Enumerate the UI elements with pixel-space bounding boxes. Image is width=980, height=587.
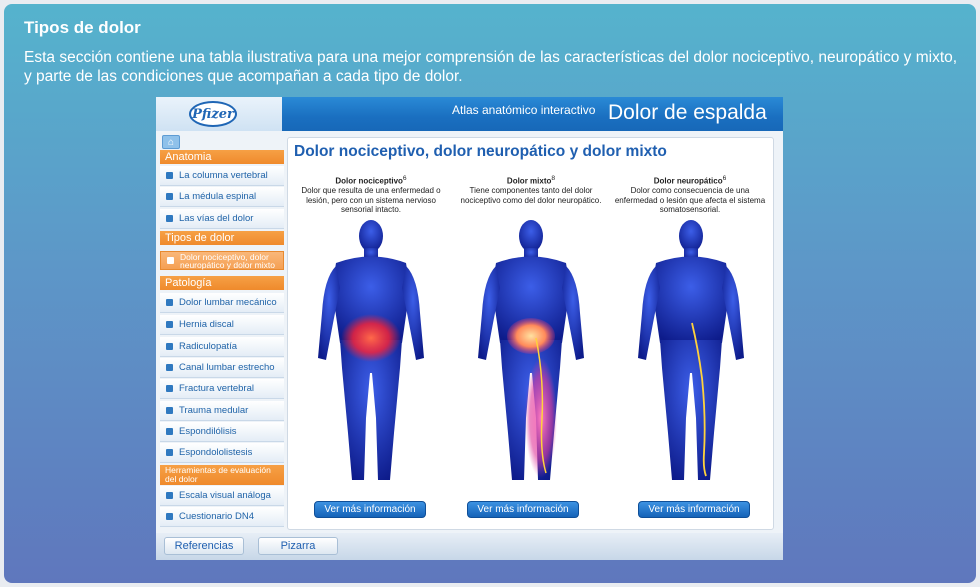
- bullet-icon: [166, 449, 173, 456]
- column-heading: Dolor nociceptivo: [335, 176, 403, 186]
- column-mixto-text: Dolor mixto8 Tiene componentes tanto del…: [460, 175, 602, 205]
- bullet-icon: [166, 321, 173, 328]
- sidebar-section-anatomia[interactable]: Anatomia: [160, 150, 284, 164]
- bullet-icon: [166, 513, 173, 520]
- pfizer-logo[interactable]: Pfizer: [189, 101, 237, 127]
- sidebar-section-patologia[interactable]: Patología: [160, 276, 284, 290]
- column-neuropatico-text: Dolor neuropático6 Dolor como consecuenc…: [614, 175, 766, 215]
- sidebar-item-espondololistesis[interactable]: Espondololistesis: [160, 443, 284, 463]
- bullet-icon: [166, 193, 173, 200]
- home-icon[interactable]: ⌂: [162, 135, 180, 149]
- column-heading: Dolor mixto: [506, 176, 552, 186]
- bullet-icon: [166, 299, 173, 306]
- sidebar-section-herramientas[interactable]: Herramientas de evaluación del dolor: [160, 465, 284, 485]
- logo-area: Pfizer: [156, 97, 282, 131]
- sidebar-item-columna[interactable]: La columna vertebral: [160, 166, 284, 186]
- bullet-icon: [167, 257, 174, 264]
- bullet-icon: [166, 172, 173, 179]
- sidebar-item-radiculopatia[interactable]: Radiculopatía: [160, 337, 284, 357]
- board-button[interactable]: Pizarra: [258, 537, 338, 555]
- sidebar-item-canal[interactable]: Canal lumbar estrecho: [160, 358, 284, 378]
- column-heading: Dolor neuropático: [653, 176, 723, 186]
- sidebar-item-tipos-dolor[interactable]: Dolor nociceptivo, dolor neuropático y d…: [160, 251, 284, 270]
- column-nociceptivo-text: Dolor nociceptivo6 Dolor que resulta de …: [301, 175, 441, 215]
- sidebar-section-tipos[interactable]: Tipos de dolor: [160, 231, 284, 245]
- sidebar-item-trauma[interactable]: Trauma medular: [160, 401, 284, 421]
- bullet-icon: [166, 215, 173, 222]
- bullet-icon: [166, 364, 173, 371]
- sidebar-item-fractura[interactable]: Fractura vertebral: [160, 379, 284, 399]
- body-figure-mixto: [478, 220, 584, 480]
- bullet-icon: [166, 343, 173, 350]
- body-figure-nociceptivo: [318, 220, 424, 480]
- sidebar-item-escala[interactable]: Escala visual análoga: [160, 486, 284, 506]
- bottom-bar: Referencias Pizarra: [156, 533, 783, 560]
- sidebar-item-espondilolisis[interactable]: Espondilólisis: [160, 422, 284, 442]
- more-info-button-mixto[interactable]: Ver más información: [467, 501, 579, 518]
- sidebar-item-lumbar[interactable]: Dolor lumbar mecánico: [160, 293, 284, 313]
- bullet-icon: [166, 407, 173, 414]
- app-header: Pfizer Atlas anatómico interactivo Dolor…: [156, 97, 783, 131]
- section-title: Tipos de dolor: [24, 18, 141, 37]
- more-info-button-nociceptivo[interactable]: Ver más información: [314, 501, 426, 518]
- body-figure-neuropatico: [638, 220, 744, 480]
- section-description: Esta sección contiene una tabla ilustrat…: [24, 49, 958, 85]
- references-button[interactable]: Referencias: [164, 537, 244, 555]
- bullet-icon: [166, 428, 173, 435]
- panel-title: Dolor nociceptivo, dolor neuropático y d…: [294, 143, 667, 160]
- app-subtitle: Atlas anatómico interactivo: [452, 103, 596, 117]
- bullet-icon: [166, 385, 173, 392]
- sidebar-item-vias[interactable]: Las vías del dolor: [160, 209, 284, 229]
- bullet-icon: [166, 492, 173, 499]
- content-panel: Dolor nociceptivo, dolor neuropático y d…: [287, 137, 774, 530]
- sidebar-item-medula[interactable]: La médula espinal: [160, 187, 284, 207]
- sidebar: ⌂ Anatomia La columna vertebral La médul…: [160, 135, 284, 527]
- more-info-button-neuropatico[interactable]: Ver más información: [638, 501, 750, 518]
- sidebar-item-dn4[interactable]: Cuestionario DN4: [160, 507, 284, 527]
- sidebar-item-hernia[interactable]: Hernia discal: [160, 315, 284, 335]
- app-title: Dolor de espalda: [608, 101, 767, 124]
- atlas-app: Pfizer Atlas anatómico interactivo Dolor…: [156, 97, 783, 560]
